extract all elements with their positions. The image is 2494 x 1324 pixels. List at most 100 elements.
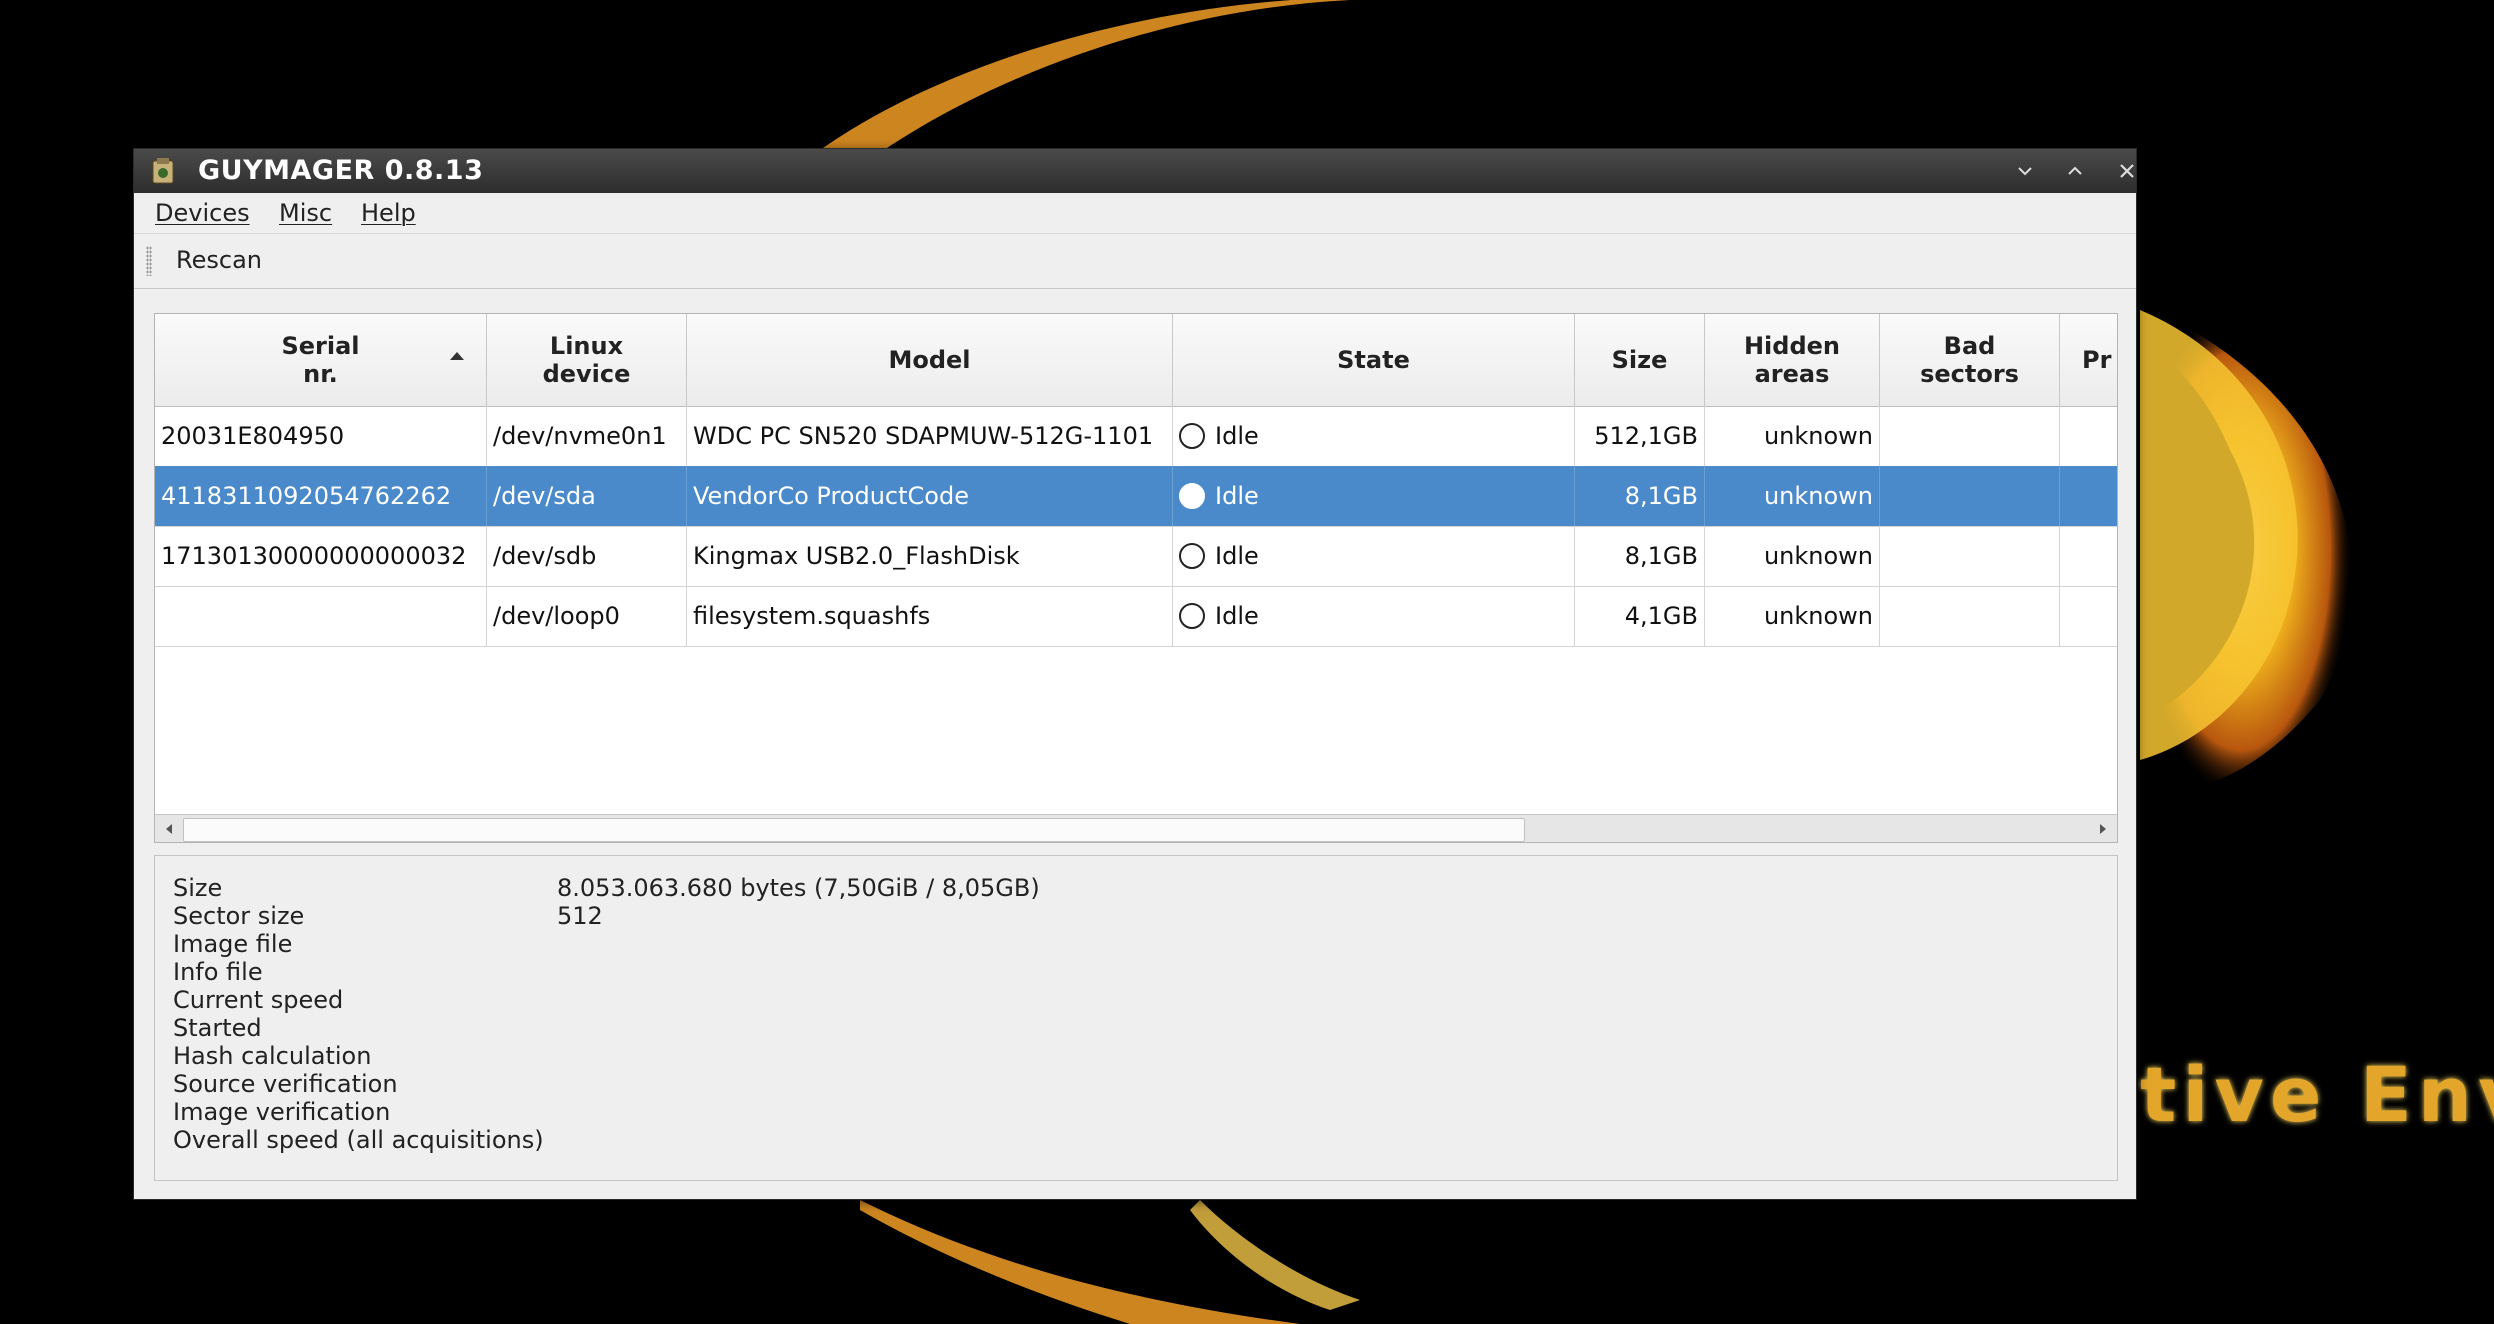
info-label: Hash calculation xyxy=(173,1042,372,1070)
state-idle-icon xyxy=(1179,543,1205,569)
table-header: Serial nr. Linux device Model State Size… xyxy=(155,314,2117,407)
cell-size: 512,1GB xyxy=(1575,406,1705,466)
menu-bar: Devices Misc Help xyxy=(134,193,2136,233)
cell-linux-device: /dev/sdb xyxy=(487,526,687,586)
column-header-label: Hidden areas xyxy=(1743,332,1841,388)
cell-linux-device: /dev/sda xyxy=(487,466,687,526)
column-header-label: Linux device xyxy=(542,332,631,388)
info-label: Size xyxy=(173,874,223,902)
cell-hidden-areas: unknown xyxy=(1705,586,1880,646)
info-label: Current speed xyxy=(173,986,344,1014)
cell-state: Idle xyxy=(1173,406,1575,466)
cell-serial: 17130130000000000032 xyxy=(155,526,487,586)
column-header-bad-sectors[interactable]: Bad sectors xyxy=(1880,314,2060,406)
state-label: Idle xyxy=(1215,422,1259,450)
cell-bad-sectors xyxy=(1880,526,2060,586)
state-idle-icon xyxy=(1179,423,1205,449)
close-icon xyxy=(2120,164,2134,178)
info-label: Started xyxy=(173,1014,262,1042)
state-label: Idle xyxy=(1215,482,1259,510)
cell-size: 8,1GB xyxy=(1575,466,1705,526)
column-header-progress[interactable]: Pr xyxy=(2060,314,2117,406)
sort-ascending-icon xyxy=(450,352,464,360)
scroll-right-arrow[interactable] xyxy=(2089,815,2117,842)
cell-model: VendorCo ProductCode xyxy=(687,466,1173,526)
column-header-state[interactable]: State xyxy=(1173,314,1575,406)
column-header-label: Pr xyxy=(2082,346,2112,374)
cell-progress xyxy=(2060,586,2117,646)
info-label: Info file xyxy=(173,958,263,986)
column-header-label: Size xyxy=(1611,346,1668,374)
cell-progress xyxy=(2060,466,2117,526)
column-header-label: Serial nr. xyxy=(281,332,360,388)
window-title: GUYMAGER 0.8.13 xyxy=(198,155,484,186)
info-label: Source verification xyxy=(173,1070,398,1098)
info-value: 512 xyxy=(557,902,603,930)
toolbar-grip[interactable] xyxy=(146,246,152,276)
scrollbar-thumb[interactable] xyxy=(183,818,1525,842)
cell-state: Idle xyxy=(1173,466,1575,526)
guymager-app-icon xyxy=(152,158,174,184)
menu-devices[interactable]: Devices xyxy=(155,199,250,227)
chevron-up-icon xyxy=(2068,166,2082,175)
column-header-serial[interactable]: Serial nr. xyxy=(155,314,487,406)
cell-model: filesystem.squashfs xyxy=(687,586,1173,646)
guymager-window: GUYMAGER 0.8.13 Devices Misc Help Rescan… xyxy=(133,148,2137,1200)
column-header-size[interactable]: Size xyxy=(1575,314,1705,406)
table-row[interactable]: /dev/loop0 filesystem.squashfs Idle 4,1G… xyxy=(155,586,2117,647)
info-label: Image verification xyxy=(173,1098,391,1126)
cell-hidden-areas: unknown xyxy=(1705,526,1880,586)
menu-help[interactable]: Help xyxy=(361,199,416,227)
cell-serial: 20031E804950 xyxy=(155,406,487,466)
arrow-right-icon xyxy=(2100,824,2106,834)
title-bar[interactable]: GUYMAGER 0.8.13 xyxy=(134,149,2136,193)
close-button[interactable] xyxy=(2110,155,2144,187)
cell-state: Idle xyxy=(1173,586,1575,646)
info-label: Image file xyxy=(173,930,293,958)
maximize-button[interactable] xyxy=(2058,155,2092,187)
column-header-label: State xyxy=(1337,346,1410,374)
table-row[interactable]: 17130130000000000032 /dev/sdb Kingmax US… xyxy=(155,526,2117,587)
column-header-linux-device[interactable]: Linux device xyxy=(487,314,687,406)
cell-state: Idle xyxy=(1173,526,1575,586)
cell-size: 4,1GB xyxy=(1575,586,1705,646)
horizontal-scrollbar[interactable] xyxy=(155,814,2117,842)
column-header-label: Model xyxy=(888,346,971,374)
cell-progress xyxy=(2060,526,2117,586)
state-label: Idle xyxy=(1215,602,1259,630)
cell-bad-sectors xyxy=(1880,586,2060,646)
scroll-left-arrow[interactable] xyxy=(155,815,183,842)
table-row[interactable]: 20031E804950 /dev/nvme0n1 WDC PC SN520 S… xyxy=(155,406,2117,467)
cell-serial: 4118311092054762262 xyxy=(155,466,487,526)
column-header-hidden-areas[interactable]: Hidden areas xyxy=(1705,314,1880,406)
device-table: Serial nr. Linux device Model State Size… xyxy=(154,313,2118,843)
info-label: Sector size xyxy=(173,902,305,930)
column-header-model[interactable]: Model xyxy=(687,314,1173,406)
rescan-button[interactable]: Rescan xyxy=(176,246,262,274)
device-info-panel: Size 8.053.063.680 bytes (7,50GiB / 8,05G… xyxy=(154,855,2118,1181)
cell-model: WDC PC SN520 SDAPMUW-512G-1101 xyxy=(687,406,1173,466)
cell-size: 8,1GB xyxy=(1575,526,1705,586)
minimize-button[interactable] xyxy=(2008,155,2042,187)
menu-misc[interactable]: Misc xyxy=(279,199,332,227)
chevron-down-icon xyxy=(2018,167,2032,176)
cell-serial xyxy=(155,586,487,646)
cell-hidden-areas: unknown xyxy=(1705,406,1880,466)
cell-linux-device: /dev/loop0 xyxy=(487,586,687,646)
wallpaper-text: tive Envi xyxy=(2140,1050,2494,1139)
cell-bad-sectors xyxy=(1880,466,2060,526)
table-row-selected[interactable]: 4118311092054762262 /dev/sda VendorCo Pr… xyxy=(155,466,2117,527)
info-label: Overall speed (all acquisitions) xyxy=(173,1126,544,1154)
cell-hidden-areas: unknown xyxy=(1705,466,1880,526)
toolbar: Rescan xyxy=(134,233,2136,289)
cell-progress xyxy=(2060,406,2117,466)
info-value: 8.053.063.680 bytes (7,50GiB / 8,05GB) xyxy=(557,874,1040,902)
state-idle-icon xyxy=(1179,483,1205,509)
cell-bad-sectors xyxy=(1880,406,2060,466)
column-header-label: Bad sectors xyxy=(1920,332,2019,388)
arrow-left-icon xyxy=(166,824,172,834)
state-idle-icon xyxy=(1179,603,1205,629)
cell-linux-device: /dev/nvme0n1 xyxy=(487,406,687,466)
cell-model: Kingmax USB2.0_FlashDisk xyxy=(687,526,1173,586)
state-label: Idle xyxy=(1215,542,1259,570)
